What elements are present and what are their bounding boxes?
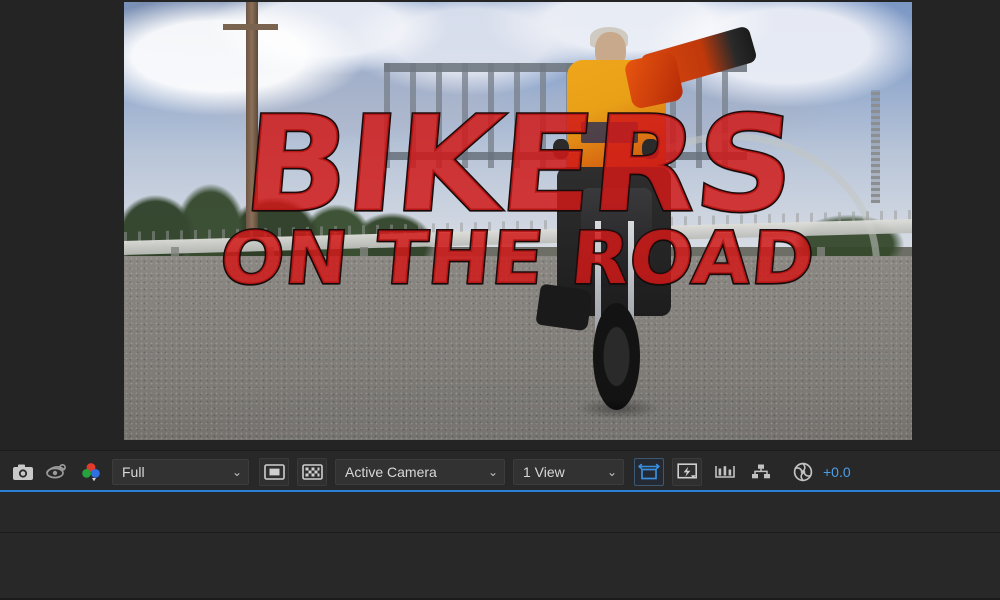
rider-shoulder-flame-pattern: [623, 51, 685, 111]
view-layout-dropdown[interactable]: 1 View ⌄: [513, 458, 624, 485]
road-texture: [124, 256, 912, 440]
camera-view-dropdown[interactable]: Active Camera ⌄: [335, 458, 505, 485]
motorcycle-rider: [534, 15, 770, 427]
utility-pole-crossarm: [222, 23, 278, 31]
chevron-down-icon: ⌄: [606, 464, 617, 479]
road-surface: [124, 256, 912, 440]
renderer-tree-icon[interactable]: [746, 458, 776, 486]
guide-layout-icon[interactable]: [710, 458, 740, 486]
panel-divider: [0, 532, 1000, 533]
composition-viewer-panel: BIKERS ON THE ROAD: [0, 0, 1000, 450]
exposure-value[interactable]: +0.0: [823, 464, 851, 480]
fast-previews-lightning-icon[interactable]: [672, 457, 702, 486]
view-layout-label: 1 View: [523, 463, 565, 480]
camera-icon[interactable]: [8, 458, 38, 486]
pixel-aspect-ratio-icon[interactable]: [634, 457, 664, 486]
rgb-channels-icon[interactable]: [76, 458, 106, 486]
bike-shadow: [576, 398, 662, 419]
transparency-grid-icon[interactable]: [297, 457, 327, 486]
composition-viewer-stage[interactable]: BIKERS ON THE ROAD: [124, 2, 912, 440]
camera-view-label: Active Camera: [345, 463, 437, 480]
video-frame: [124, 2, 912, 440]
viewer-toolbar: Full ⌄ Active Camera ⌄ 1 View ⌄ +0.0: [0, 450, 1000, 492]
chevron-down-icon: ⌄: [487, 464, 498, 479]
bike-mirror-right: [642, 138, 660, 160]
aperture-icon[interactable]: [788, 458, 818, 486]
eye-icon[interactable]: [42, 458, 72, 486]
jacket-logo: [581, 122, 638, 143]
utility-pole: [246, 2, 258, 230]
chevron-down-icon: ⌄: [231, 464, 242, 479]
bike-mirror-left: [552, 138, 570, 160]
timeline-panel: 0s 02s 04s 06s 08s: [0, 492, 1000, 600]
rider-boot: [535, 283, 594, 332]
resolution-label: Full: [122, 463, 145, 480]
region-of-interest-icon[interactable]: [259, 457, 289, 486]
resolution-dropdown[interactable]: Full ⌄: [112, 458, 249, 485]
after-effects-window: BIKERS ON THE ROAD Full ⌄ Active Camera …: [0, 0, 1000, 600]
bike-front-wheel: [592, 303, 641, 411]
motorcycle-body: [581, 188, 652, 287]
tower-structure: [871, 89, 881, 204]
